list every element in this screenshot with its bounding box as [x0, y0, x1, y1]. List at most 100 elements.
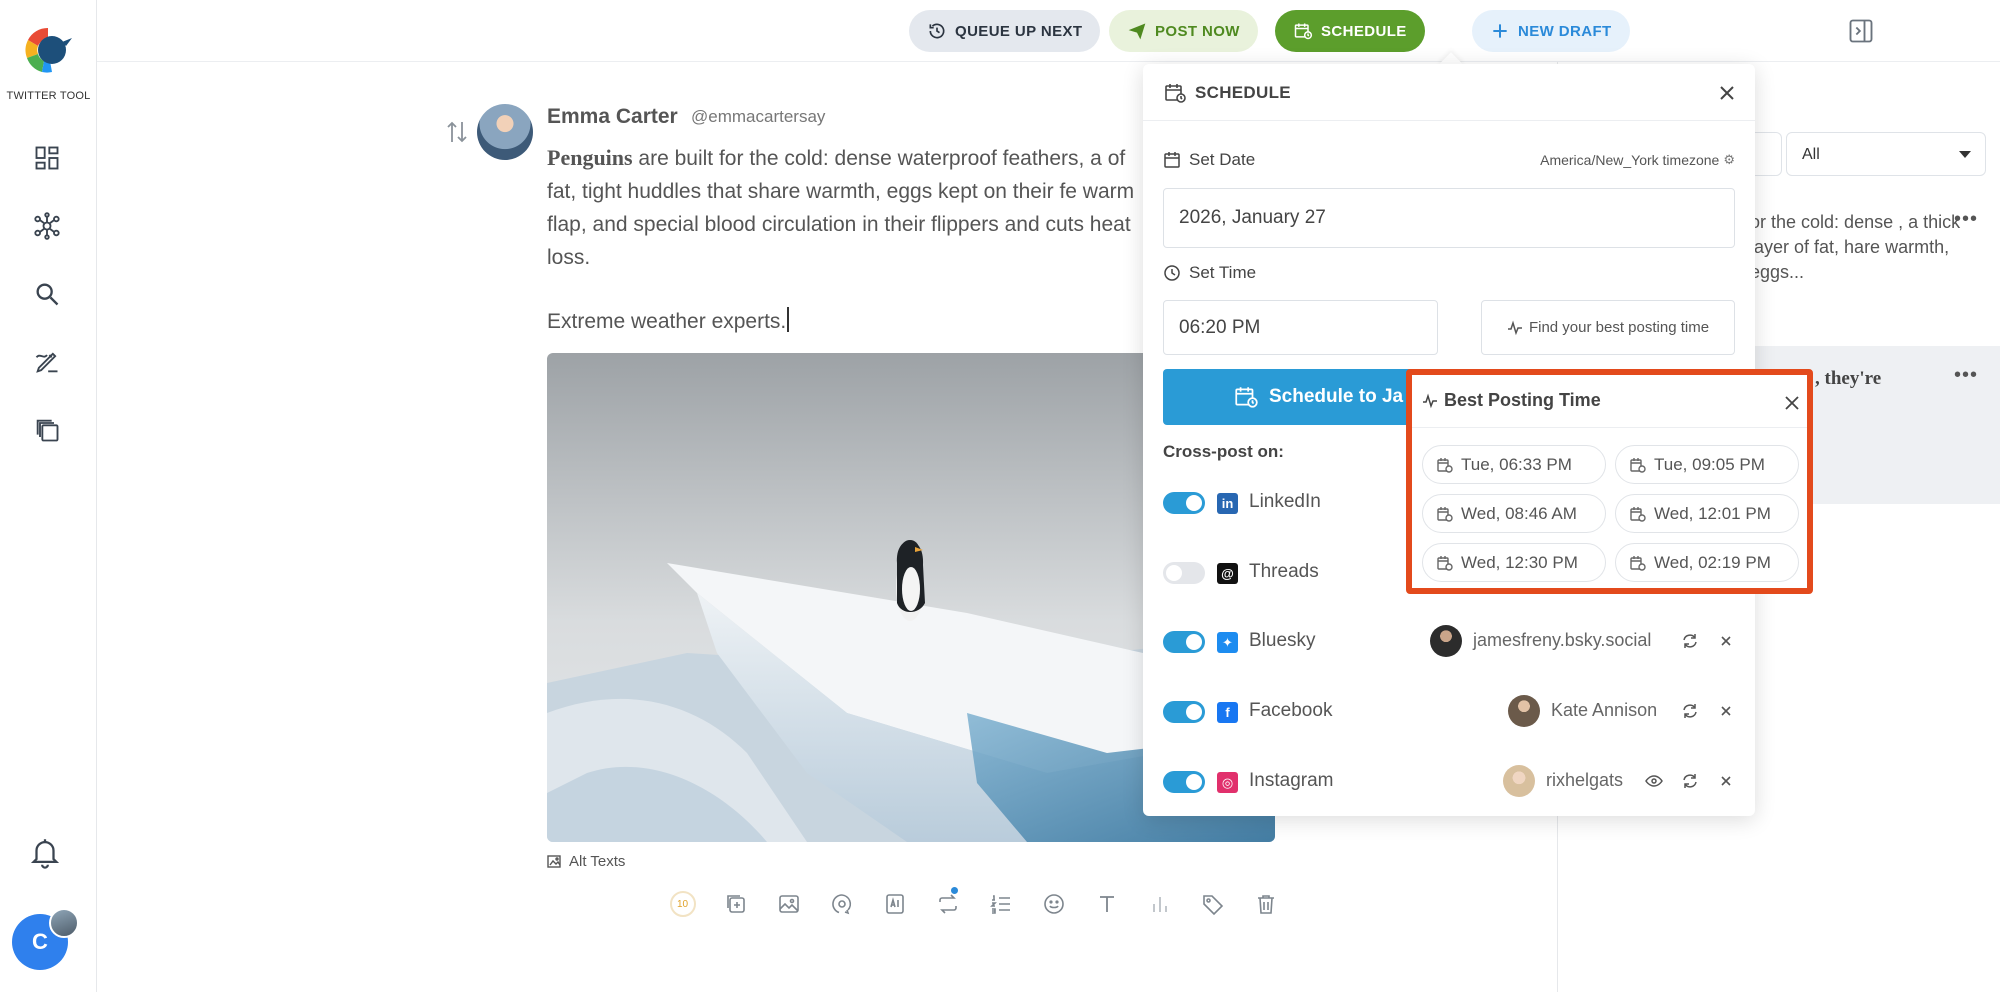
dashboard-icon[interactable] — [31, 142, 63, 174]
numbered-list-icon[interactable] — [974, 887, 1027, 921]
schedule-label: SCHEDULE — [1321, 22, 1407, 40]
app-logo[interactable] — [22, 24, 74, 76]
queue-clock-icon — [929, 23, 945, 39]
calendar-clock-icon — [1630, 506, 1646, 522]
close-icon[interactable] — [1717, 632, 1735, 650]
more-options-icon[interactable]: ••• — [1954, 364, 1978, 387]
close-icon[interactable] — [1717, 772, 1735, 790]
poll-icon[interactable] — [1133, 887, 1186, 921]
calendar-icon — [1164, 152, 1180, 168]
user-menu[interactable]: C — [12, 908, 79, 970]
tag-icon[interactable] — [1186, 887, 1239, 921]
facebook-label: Facebook — [1249, 700, 1333, 721]
more-options-icon[interactable]: ••• — [1954, 208, 1978, 231]
instagram-label: Instagram — [1249, 770, 1334, 791]
drafts-search-button[interactable] — [1752, 132, 1782, 176]
drafts-filter-select[interactable]: All — [1786, 132, 1986, 176]
time-input[interactable]: 06:20 PM — [1163, 300, 1438, 355]
schedule-button[interactable]: SCHEDULE — [1275, 10, 1425, 52]
schedule-modal-title: SCHEDULE — [1163, 81, 1291, 105]
logo-text: TWITTER TOOL — [6, 90, 91, 102]
facebook-icon: f — [1217, 702, 1238, 723]
find-best-posting-time-button[interactable]: Find your best posting time — [1481, 300, 1735, 355]
time-value: 06:20 PM — [1179, 316, 1261, 338]
time-slot-label: Wed, 12:01 PM — [1654, 503, 1771, 523]
close-icon[interactable] — [1716, 82, 1738, 104]
time-slot-button[interactable]: Tue, 09:05 PM — [1615, 445, 1799, 484]
crosspost-label: Cross-post on: — [1163, 442, 1284, 461]
text-format-icon[interactable] — [1080, 887, 1133, 921]
network-icon[interactable] — [31, 210, 63, 242]
notifications-bell-icon[interactable] — [28, 835, 62, 869]
retweet-icon[interactable] — [921, 887, 974, 921]
post-text-second: Extreme weather experts. — [547, 310, 787, 333]
time-slot-button[interactable]: Tue, 06:33 PM — [1422, 445, 1606, 484]
author-handle: @emmacartersay — [691, 107, 826, 126]
post-text-editor[interactable]: Penguins are built for the cold: dense w… — [547, 141, 1152, 274]
copy-icon[interactable] — [31, 414, 63, 446]
left-sidebar: TWITTER TOOL C — [0, 0, 97, 992]
emoji-icon[interactable] — [1027, 887, 1080, 921]
instagram-account-name: rixhelgats — [1546, 770, 1624, 790]
bluesky-account-avatar — [1430, 625, 1462, 657]
bluesky-account-name: jamesfreny.bsky.social — [1473, 630, 1652, 650]
facebook-toggle[interactable] — [1163, 701, 1205, 723]
time-slot-label: Tue, 06:33 PM — [1461, 454, 1572, 474]
reorder-arrows-icon[interactable] — [445, 118, 469, 146]
calendar-clock-icon — [1437, 457, 1453, 473]
linkedin-label: LinkedIn — [1249, 491, 1321, 512]
instagram-account-avatar — [1503, 765, 1535, 797]
time-slot-button[interactable]: Wed, 12:01 PM — [1615, 494, 1799, 533]
calendar-clock-icon — [1165, 84, 1186, 103]
new-draft-label: NEW DRAFT — [1518, 22, 1612, 40]
post-now-button[interactable]: POST NOW — [1109, 10, 1258, 52]
calendar-clock-icon — [1630, 555, 1646, 571]
drafts-filter-value: All — [1802, 146, 1820, 163]
ai-icon[interactable] — [868, 887, 921, 921]
new-draft-button[interactable]: NEW DRAFT — [1472, 10, 1630, 52]
time-slot-button[interactable]: Wed, 12:30 PM — [1422, 543, 1606, 582]
date-input[interactable]: 2026, January 27 — [1163, 188, 1735, 248]
time-slot-button[interactable]: Wed, 08:46 AM — [1422, 494, 1606, 533]
close-icon[interactable] — [1717, 702, 1735, 720]
compose-icon[interactable] — [31, 346, 63, 378]
gif-icon[interactable] — [815, 887, 868, 921]
delete-icon[interactable] — [1239, 887, 1292, 921]
image-icon[interactable] — [762, 887, 815, 921]
threads-toggle[interactable] — [1163, 562, 1205, 584]
calendar-clock-icon — [1437, 506, 1453, 522]
chevron-down-icon — [1959, 151, 1971, 158]
character-counter-value: 10 — [669, 891, 696, 917]
plus-icon — [1493, 24, 1507, 38]
time-slot-label: Wed, 08:46 AM — [1461, 503, 1577, 523]
timezone-selector[interactable]: America/New_York timezone ⚙ — [1540, 152, 1735, 168]
refresh-icon[interactable] — [1681, 702, 1699, 720]
threads-label: Threads — [1249, 561, 1319, 582]
refresh-icon[interactable] — [1681, 632, 1699, 650]
draft-preview-text: or the cold: dense , a thick layer of fa… — [1750, 212, 1961, 282]
alt-image-icon — [547, 854, 561, 868]
alt-texts-button[interactable]: Alt Texts — [547, 853, 625, 870]
time-slot-button[interactable]: Wed, 02:19 PM — [1615, 543, 1799, 582]
close-icon[interactable] — [1782, 393, 1802, 413]
post-now-label: POST NOW — [1155, 22, 1240, 40]
refresh-icon[interactable] — [1681, 772, 1699, 790]
post-text-second-paragraph[interactable]: Extreme weather experts. — [547, 307, 790, 334]
instagram-toggle[interactable] — [1163, 771, 1205, 793]
author-avatar — [477, 104, 533, 160]
best-posting-time-text: Best Posting Time — [1444, 390, 1601, 410]
search-icon[interactable] — [31, 278, 63, 310]
clock-icon — [1164, 265, 1180, 281]
panel-toggle-icon[interactable] — [1847, 17, 1875, 45]
crosspost-row-bluesky: ✦ Bluesky jamesfreny.bsky.social — [1163, 621, 1735, 661]
calendar-clock-icon — [1630, 457, 1646, 473]
calendar-clock-icon — [1437, 555, 1453, 571]
add-thread-icon[interactable] — [709, 887, 762, 921]
queue-up-next-button[interactable]: QUEUE UP NEXT — [909, 10, 1101, 52]
linkedin-toggle[interactable] — [1163, 492, 1205, 514]
time-slot-label: Wed, 12:30 PM — [1461, 552, 1578, 572]
linkedin-icon: in — [1217, 493, 1238, 514]
set-date-text: Set Date — [1189, 150, 1256, 169]
eye-icon[interactable] — [1645, 772, 1663, 790]
bluesky-toggle[interactable] — [1163, 631, 1205, 653]
